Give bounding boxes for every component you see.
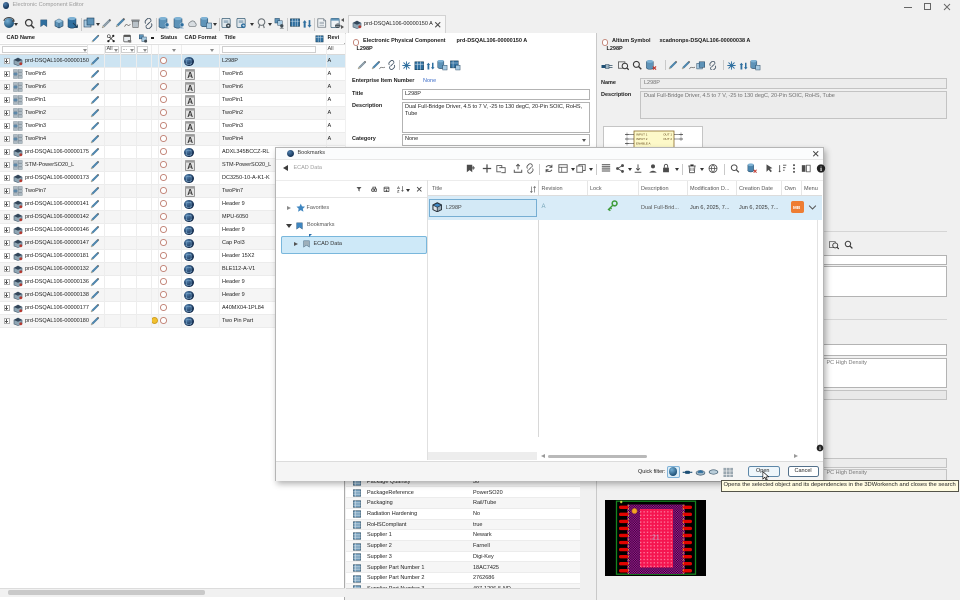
svg-text:A: A xyxy=(187,84,193,93)
svg-text:INPUT 2: INPUT 2 xyxy=(636,137,648,141)
svg-text:A: A xyxy=(187,188,193,197)
svg-text:A: A xyxy=(187,162,193,171)
svg-text:OUT 2: OUT 2 xyxy=(663,137,672,141)
svg-text:A: A xyxy=(187,110,193,119)
svg-text:A: A xyxy=(187,136,193,145)
svg-text:21: 21 xyxy=(652,535,660,542)
svg-text:ENABLE A: ENABLE A xyxy=(636,142,651,146)
svg-text:i: i xyxy=(820,166,822,173)
svg-text:OUT 1: OUT 1 xyxy=(663,133,672,137)
svg-text:A: A xyxy=(187,123,193,132)
svg-text:A: A xyxy=(187,97,193,106)
svg-text:A: A xyxy=(187,71,193,80)
svg-text:INPUT 1: INPUT 1 xyxy=(636,133,648,137)
